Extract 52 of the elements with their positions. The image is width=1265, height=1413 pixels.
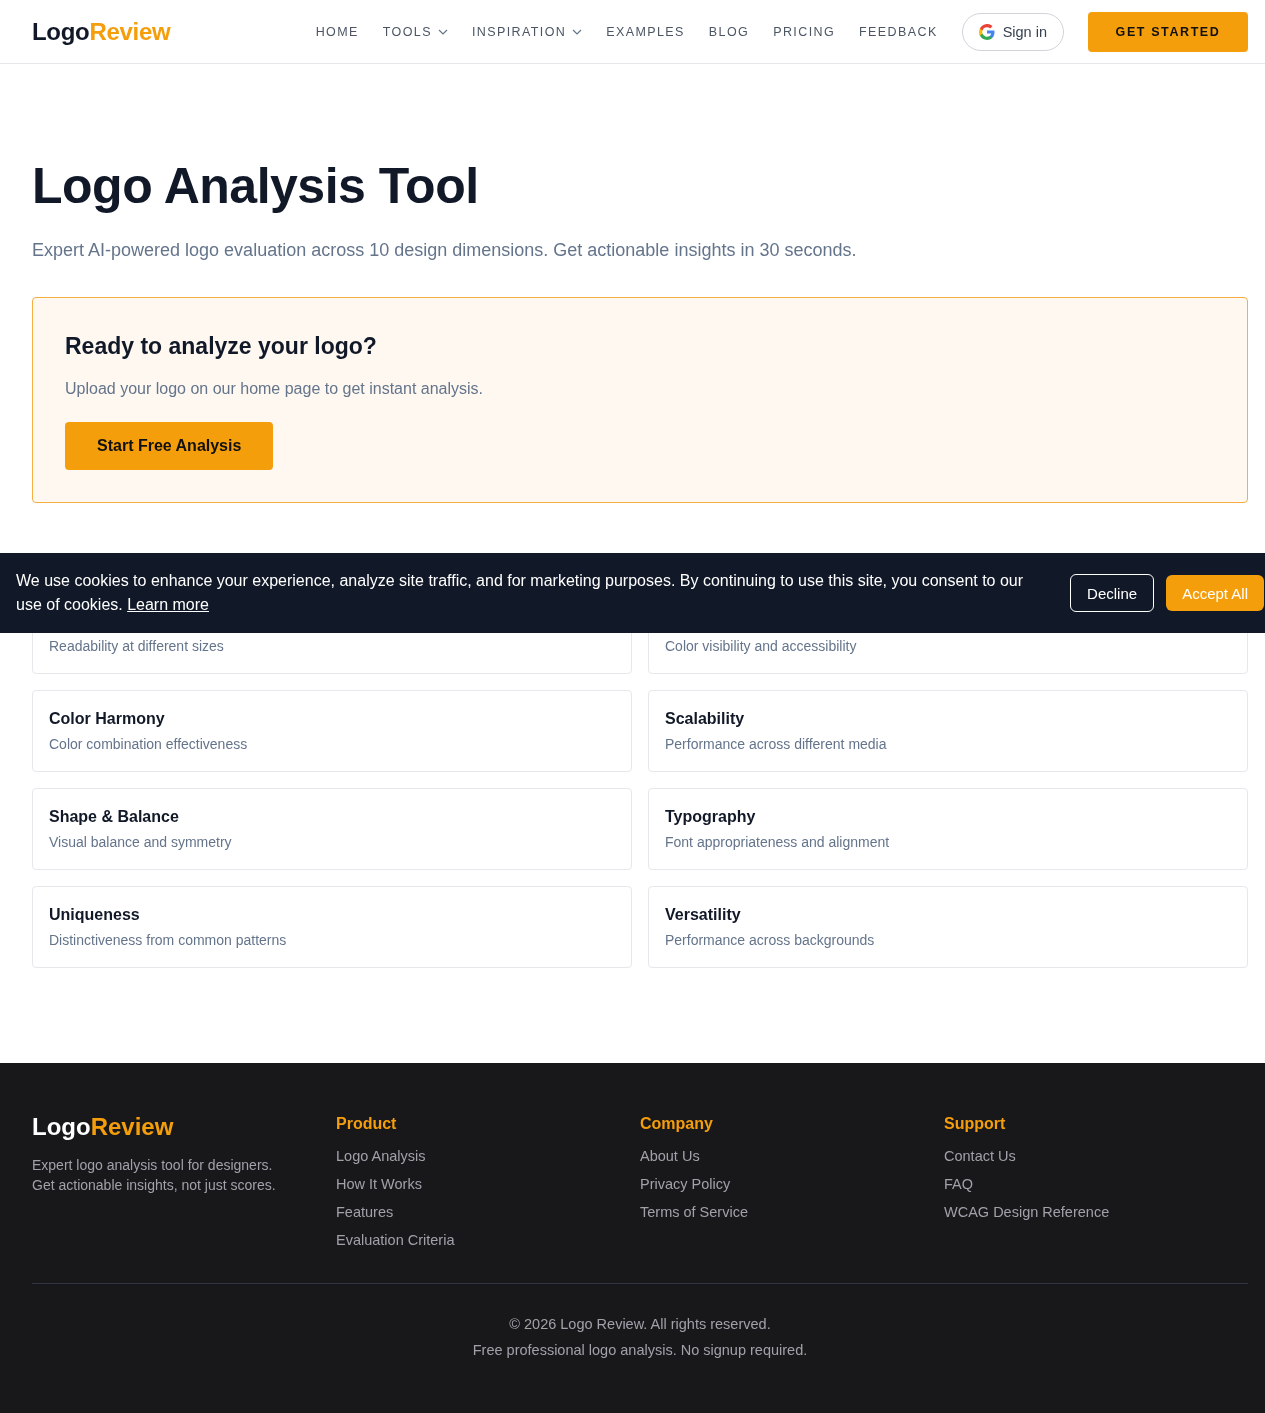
chevron-down-icon — [437, 28, 448, 35]
criterion-description: Performance across different media — [665, 735, 888, 753]
criterion-title: Shape & Balance — [49, 808, 180, 826]
footer-note: Free professional logo analysis. No signup required. — [471, 1342, 809, 1358]
criterion-description: Visual balance and symmetry — [49, 833, 233, 851]
start-analysis-button[interactable]: Start Free Analysis — [65, 422, 274, 470]
criterion-description: Color visibility and accessibility — [665, 637, 858, 655]
nav-link[interactable]: BLOG — [708, 24, 750, 39]
footer-link[interactable]: Logo Analysis — [336, 1147, 640, 1165]
footer-link[interactable]: Privacy Policy — [640, 1175, 944, 1193]
footer-link[interactable]: FAQ — [944, 1175, 1248, 1193]
nav-link[interactable]: FEEDBACK — [859, 24, 938, 39]
decline-button[interactable]: Decline — [1070, 574, 1155, 612]
chevron-down-icon — [572, 28, 583, 35]
learn-more-link[interactable]: Learn more — [127, 596, 209, 613]
sign-in-button[interactable]: Sign in — [961, 12, 1064, 51]
footer-link[interactable]: Terms of Service — [640, 1203, 944, 1221]
footer-link[interactable]: How It Works — [336, 1175, 640, 1193]
criterion-description: Color combination effectiveness — [49, 735, 249, 753]
site-logo[interactable]: LogoReview — [32, 17, 171, 46]
footer-link[interactable]: Evaluation Criteria — [336, 1231, 640, 1249]
criterion-description: Performance across backgrounds — [665, 931, 876, 949]
criterion-description: Readability at different sizes — [49, 637, 225, 655]
card-text: Upload your logo on our home page to get instant analysis. — [65, 380, 485, 398]
footer-heading: Support — [944, 1115, 1007, 1133]
nav-link[interactable]: PRICING — [773, 24, 836, 39]
footer-link[interactable]: Features — [336, 1203, 640, 1221]
footer-tagline: Expert logo analysis tool for designers. Get actionable insights, not just scores. — [32, 1156, 277, 1195]
page-subtitle: Expert AI-powered logo evaluation across 10 design dimensions. Get actionable insights in 30 seconds. — [32, 240, 858, 261]
footer-heading: Product — [336, 1115, 398, 1133]
google-icon — [978, 23, 995, 40]
criterion-description: Distinctiveness from common patterns — [49, 931, 288, 949]
criterion-title: Uniqueness — [49, 906, 141, 924]
criterion-title: Typography — [665, 808, 757, 826]
footer-link[interactable]: About Us — [640, 1147, 944, 1165]
criterion-title: Versatility — [665, 906, 742, 924]
nav-link[interactable]: INSPIRATION — [471, 24, 583, 39]
nav-link[interactable]: TOOLS — [382, 24, 448, 39]
footer-heading: Company — [640, 1115, 714, 1133]
copyright-text: © 2026 Logo Review. All rights reserved. — [508, 1316, 772, 1332]
footer-logo[interactable]: LogoReview — [32, 1113, 336, 1141]
nav-link[interactable]: HOME — [315, 24, 359, 39]
get-started-button[interactable]: GET STARTED — [1088, 11, 1248, 52]
criterion-description: Font appropriateness and alignment — [665, 833, 891, 851]
footer-link[interactable]: Contact Us — [944, 1147, 1248, 1165]
criterion-title: Scalability — [665, 710, 746, 728]
nav-link[interactable]: EXAMPLES — [606, 24, 685, 39]
criterion-title: Color Harmony — [49, 710, 166, 728]
footer-link[interactable]: WCAG Design Reference — [944, 1203, 1248, 1221]
page-title: Logo Analysis Tool — [32, 157, 480, 216]
card-title: Ready to analyze your logo? — [65, 332, 378, 361]
cookie-message: We use cookies to enhance your experience, analyze site traffic, and for marketing purposes. By continuing to use this site, you consent to our use of cookies. Learn more — [16, 571, 1025, 615]
